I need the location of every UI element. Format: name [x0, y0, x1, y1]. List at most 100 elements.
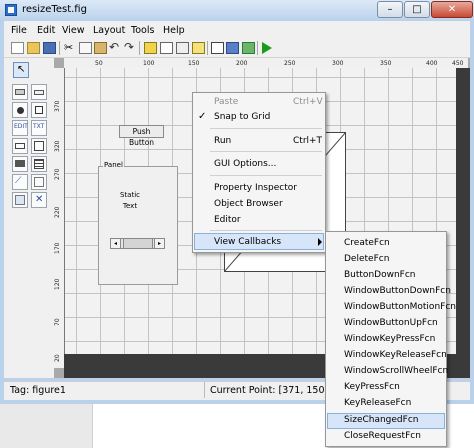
slider-left-arrow-icon[interactable]: ◂ [110, 238, 121, 249]
maximize-button[interactable]: □ [404, 1, 430, 18]
submenu-item-createfcn[interactable]: CreateFcn [344, 238, 390, 248]
ruler-tick: 400 [426, 60, 438, 67]
submenu-item-windowkeyreleasefcn[interactable]: WindowKeyReleaseFcn [344, 350, 447, 360]
tab-order-icon[interactable] [176, 42, 189, 54]
status-separator [204, 382, 205, 398]
check-icon: ✓ [198, 111, 207, 122]
submenu-item-windowbuttonupfcn[interactable]: WindowButtonUpFcn [344, 318, 438, 328]
menu-editor-icon[interactable] [160, 42, 173, 54]
run-icon[interactable] [262, 42, 272, 54]
ruler-tick: 220 [54, 206, 61, 218]
slider-tool-icon[interactable] [31, 84, 47, 100]
select-tool-icon[interactable]: ↖ [13, 62, 29, 78]
push-button-component[interactable]: Push Button [119, 125, 164, 147]
panel-tool-icon[interactable] [31, 174, 47, 190]
submenu-item-windowbuttondownfcn[interactable]: WindowButtonDownFcn [344, 286, 451, 296]
menu-edit[interactable]: Edit [37, 25, 55, 36]
object-browser-icon[interactable] [242, 42, 255, 54]
toolbar-separator [207, 41, 208, 55]
redo-icon[interactable]: ↷ [124, 40, 134, 54]
align-icon[interactable] [144, 42, 157, 54]
ruler-tick: 20 [54, 354, 61, 362]
menu-item-view-callbacks[interactable]: View Callbacks [214, 237, 281, 247]
ruler-tick: 170 [54, 242, 61, 254]
submenu-arrow-icon [318, 238, 322, 246]
submenu-item-keypressfcn[interactable]: KeyPressFcn [344, 382, 400, 392]
table-tool-icon[interactable] [31, 156, 47, 172]
paste-icon[interactable] [94, 42, 107, 54]
new-file-icon[interactable] [11, 42, 24, 54]
ruler-tick: 50 [95, 60, 103, 67]
button-group-tool-icon[interactable] [12, 192, 28, 208]
panel-component[interactable] [98, 166, 178, 285]
slider-right-arrow-icon[interactable]: ▸ [154, 238, 165, 249]
menu-item-object-browser[interactable]: Object Browser [214, 199, 283, 209]
static-text-tool-icon[interactable]: TXT [31, 120, 47, 136]
ruler-tick: 200 [236, 60, 248, 67]
ruler-tick: 320 [54, 140, 61, 152]
close-button[interactable]: ✕ [431, 1, 473, 18]
toolbar-separator [59, 41, 60, 55]
menu-item-paste[interactable]: Paste [214, 97, 238, 107]
submenu-item-windowkeypressfcn[interactable]: WindowKeyPressFcn [344, 334, 435, 344]
menu-item-run[interactable]: Run [214, 136, 231, 146]
paste-shortcut: Ctrl+V [293, 97, 323, 107]
menu-item-snap-to-grid[interactable]: Snap to Grid [214, 112, 270, 122]
submenu-item-sizechangedfcn[interactable]: SizeChangedFcn [344, 415, 418, 425]
matlab-figure-icon [5, 4, 17, 16]
ruler-tick: 250 [284, 60, 296, 67]
ruler-tick: 70 [54, 318, 61, 326]
menu-help[interactable]: Help [163, 25, 185, 36]
toolbar-separator [139, 41, 140, 55]
canvas-edge [64, 68, 65, 354]
submenu-item-deletefcn[interactable]: DeleteFcn [344, 254, 389, 264]
menu-file[interactable]: File [11, 25, 27, 36]
ruler-tick: 100 [143, 60, 155, 67]
menu-tools[interactable]: Tools [131, 25, 154, 36]
ruler-tick: 350 [380, 60, 392, 67]
menu-separator [210, 175, 322, 176]
submenu-item-closerequestfcn[interactable]: CloseRequestFcn [344, 431, 421, 441]
menu-separator [210, 151, 322, 152]
edit-text-tool-icon[interactable]: EDIT [12, 120, 28, 136]
axes-tool-icon[interactable]: ⟋ [12, 174, 28, 190]
ruler-tick: 120 [54, 278, 61, 290]
ruler-tick: 450 [452, 60, 464, 67]
listbox-tool-icon[interactable] [31, 138, 47, 154]
menu-separator [210, 128, 322, 129]
submenu-item-windowscrollwheelfcn[interactable]: WindowScrollWheelFcn [344, 366, 448, 376]
menu-separator [210, 230, 322, 231]
m-file-editor-icon[interactable] [211, 42, 224, 54]
submenu-item-windowbuttonmotionfcn[interactable]: WindowButtonMotionFcn [344, 302, 456, 312]
copy-icon[interactable] [79, 42, 92, 54]
popup-menu-tool-icon[interactable] [12, 138, 28, 154]
static-text-component[interactable]: Static Text [112, 190, 148, 212]
menu-layout[interactable]: Layout [93, 25, 125, 36]
ruler-tick: 370 [54, 100, 61, 112]
slider-thumb[interactable] [123, 239, 153, 248]
tag-label: Tag: figure1 [10, 385, 66, 396]
radio-button-tool-icon[interactable] [12, 102, 28, 118]
menu-item-editor[interactable]: Editor [214, 215, 241, 225]
submenu-item-keyreleasefcn[interactable]: KeyReleaseFcn [344, 398, 411, 408]
ruler-tick: 150 [188, 60, 200, 67]
toggle-button-tool-icon[interactable] [12, 156, 28, 172]
menu-item-gui-options[interactable]: GUI Options... [214, 159, 276, 169]
canvas-resize-border[interactable] [456, 68, 470, 378]
minimize-button[interactable]: – [377, 1, 403, 18]
checkbox-tool-icon[interactable] [31, 102, 47, 118]
menu-view[interactable]: View [62, 25, 85, 36]
window-title: resizeTest.fig [22, 4, 87, 15]
cut-icon[interactable]: ✂ [64, 41, 73, 54]
property-inspector-icon[interactable] [226, 42, 239, 54]
push-button-tool-icon[interactable] [12, 84, 28, 100]
undo-icon[interactable]: ↶ [109, 40, 119, 54]
background-side-panel [0, 404, 93, 448]
save-icon[interactable] [43, 42, 56, 54]
run-shortcut: Ctrl+T [293, 136, 323, 146]
menu-item-property-inspector[interactable]: Property Inspector [214, 183, 297, 193]
activex-tool-icon[interactable]: ✕ [31, 192, 47, 208]
toolbar-editor-icon[interactable] [192, 42, 205, 54]
open-folder-icon[interactable] [27, 42, 40, 54]
submenu-item-buttondownfcn[interactable]: ButtonDownFcn [344, 270, 415, 280]
